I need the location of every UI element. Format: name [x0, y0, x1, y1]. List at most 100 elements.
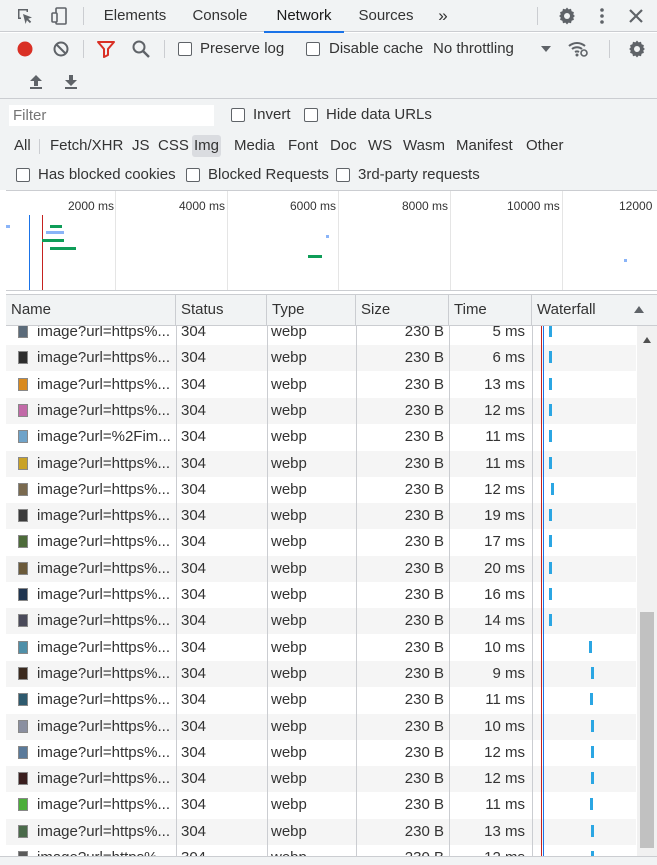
inspect-element-icon[interactable] [13, 4, 37, 28]
preserve-log-checkbox[interactable] [178, 42, 192, 56]
column-header-size[interactable]: Size [356, 295, 449, 326]
dom-content-loaded-marker [29, 215, 30, 290]
image-thumbnail-icon [18, 456, 28, 470]
request-size-cell: 230 B [404, 375, 444, 393]
column-header-status[interactable]: Status [176, 295, 267, 326]
request-status-cell: 304 [181, 326, 207, 340]
table-scrollbar[interactable] [637, 326, 657, 856]
request-status-cell: 304 [181, 743, 207, 761]
waterfall-bar [551, 482, 554, 495]
export-har-icon[interactable] [59, 69, 83, 93]
search-icon[interactable] [129, 37, 153, 61]
tab-console[interactable]: Console [184, 0, 256, 32]
third-party-requests-checkbox[interactable] [336, 168, 350, 182]
scroll-up-icon[interactable] [642, 332, 652, 348]
column-divider [176, 326, 177, 856]
clear-icon[interactable] [49, 37, 73, 61]
request-status-cell: 304 [181, 480, 207, 498]
sort-ascending-icon[interactable] [633, 303, 645, 319]
image-thumbnail-icon [18, 482, 28, 496]
filter-input[interactable] [9, 105, 214, 126]
image-thumbnail-icon [18, 719, 28, 733]
network-conditions-icon[interactable] [566, 37, 590, 61]
request-status-cell: 304 [181, 796, 207, 814]
tab-elements[interactable]: Elements [96, 0, 174, 32]
dom-content-loaded-line [543, 326, 544, 856]
request-size-cell: 230 B [404, 326, 444, 340]
type-filter-ws[interactable]: WS [366, 135, 394, 157]
request-size-cell: 230 B [360, 845, 444, 856]
request-type-cell: webp [271, 612, 307, 630]
overview-gridline [562, 191, 563, 290]
type-filter-font[interactable]: Font [286, 135, 320, 157]
image-thumbnail-icon [18, 351, 28, 365]
has-blocked-cookies-checkbox[interactable] [16, 168, 30, 182]
throttling-select[interactable]: No throttling [433, 40, 514, 57]
disable-cache-checkbox[interactable] [306, 42, 320, 56]
overview-tick-label: 8000 ms [402, 199, 449, 213]
tab-divider [537, 7, 538, 25]
request-name-cell: image?url=https%... [37, 326, 170, 340]
request-size-cell: 230 B [404, 586, 444, 603]
network-settings-gear-icon[interactable] [625, 37, 649, 61]
chevron-down-icon[interactable] [534, 37, 558, 61]
type-filter-js[interactable]: JS [130, 135, 152, 157]
device-toolbar-icon[interactable] [48, 4, 72, 28]
type-filter-img[interactable]: Img [192, 135, 222, 157]
image-thumbnail-icon [18, 666, 28, 680]
overview-gridline [227, 191, 228, 290]
request-name-cell: image?url=https%... [37, 845, 175, 856]
column-header-type[interactable]: Type [267, 295, 356, 326]
request-size-cell: 230 B [404, 401, 444, 419]
image-thumbnail-icon [18, 588, 28, 601]
column-header-time[interactable]: Time [449, 295, 532, 326]
image-thumbnail-icon [18, 377, 28, 391]
image-thumbnail-icon [18, 561, 28, 575]
type-filter-manifest[interactable]: Manifest [454, 135, 515, 157]
image-thumbnail-icon [18, 535, 28, 549]
request-name-cell: image?url=https%... [37, 507, 170, 525]
filter-bar: Invert Hide data URLs All Fetch/XHR JS C… [0, 98, 657, 190]
request-name-cell: image?url=https%... [37, 559, 170, 577]
close-icon[interactable] [624, 4, 648, 28]
tab-network[interactable]: Network [264, 0, 344, 33]
request-status-cell: 304 [181, 375, 207, 393]
overview-tick-label: 10000 ms [507, 199, 560, 213]
settings-gear-icon[interactable] [555, 4, 579, 28]
request-type-cell: webp [271, 845, 351, 856]
column-divider [532, 326, 533, 856]
overview-tick-label: 2000 ms [68, 199, 115, 213]
import-har-icon[interactable] [24, 69, 48, 93]
request-size-cell: 230 B [404, 612, 444, 630]
waterfall-bar [549, 535, 552, 548]
request-name-cell: image?url=https%... [37, 533, 170, 551]
more-options-icon[interactable] [590, 4, 614, 28]
type-filter-all[interactable]: All [12, 135, 33, 157]
network-overview[interactable]: 2000 ms 4000 ms 6000 ms 8000 ms 10000 ms… [6, 190, 657, 291]
request-type-cell: webp [271, 691, 307, 709]
request-status-cell: 304 [181, 428, 207, 446]
invert-checkbox[interactable] [231, 108, 245, 122]
column-header-name[interactable]: Name [6, 295, 176, 326]
request-status-cell: 304 [181, 638, 207, 656]
more-tabs-button[interactable]: » [430, 0, 456, 32]
waterfall-bar [591, 824, 594, 837]
tab-sources[interactable]: Sources [352, 0, 420, 32]
type-filter-doc[interactable]: Doc [328, 135, 359, 157]
record-icon[interactable] [13, 37, 37, 61]
type-filter-css[interactable]: CSS [156, 135, 191, 157]
column-divider [267, 326, 268, 856]
type-filter-wasm[interactable]: Wasm [401, 135, 447, 157]
overview-bar [42, 239, 64, 242]
hide-data-urls-label: Hide data URLs [326, 106, 432, 123]
request-size-cell: 230 B [404, 796, 444, 814]
type-filter-media[interactable]: Media [232, 135, 277, 157]
type-filter-other[interactable]: Other [524, 135, 566, 157]
blocked-requests-checkbox[interactable] [186, 168, 200, 182]
request-size-cell: 230 B [404, 691, 444, 709]
scrollbar-thumb[interactable] [640, 612, 654, 848]
hide-data-urls-checkbox[interactable] [304, 108, 318, 122]
filter-icon[interactable] [94, 37, 118, 61]
request-size-cell: 230 B [404, 559, 444, 577]
type-filter-fetch-xhr[interactable]: Fetch/XHR [48, 135, 125, 157]
